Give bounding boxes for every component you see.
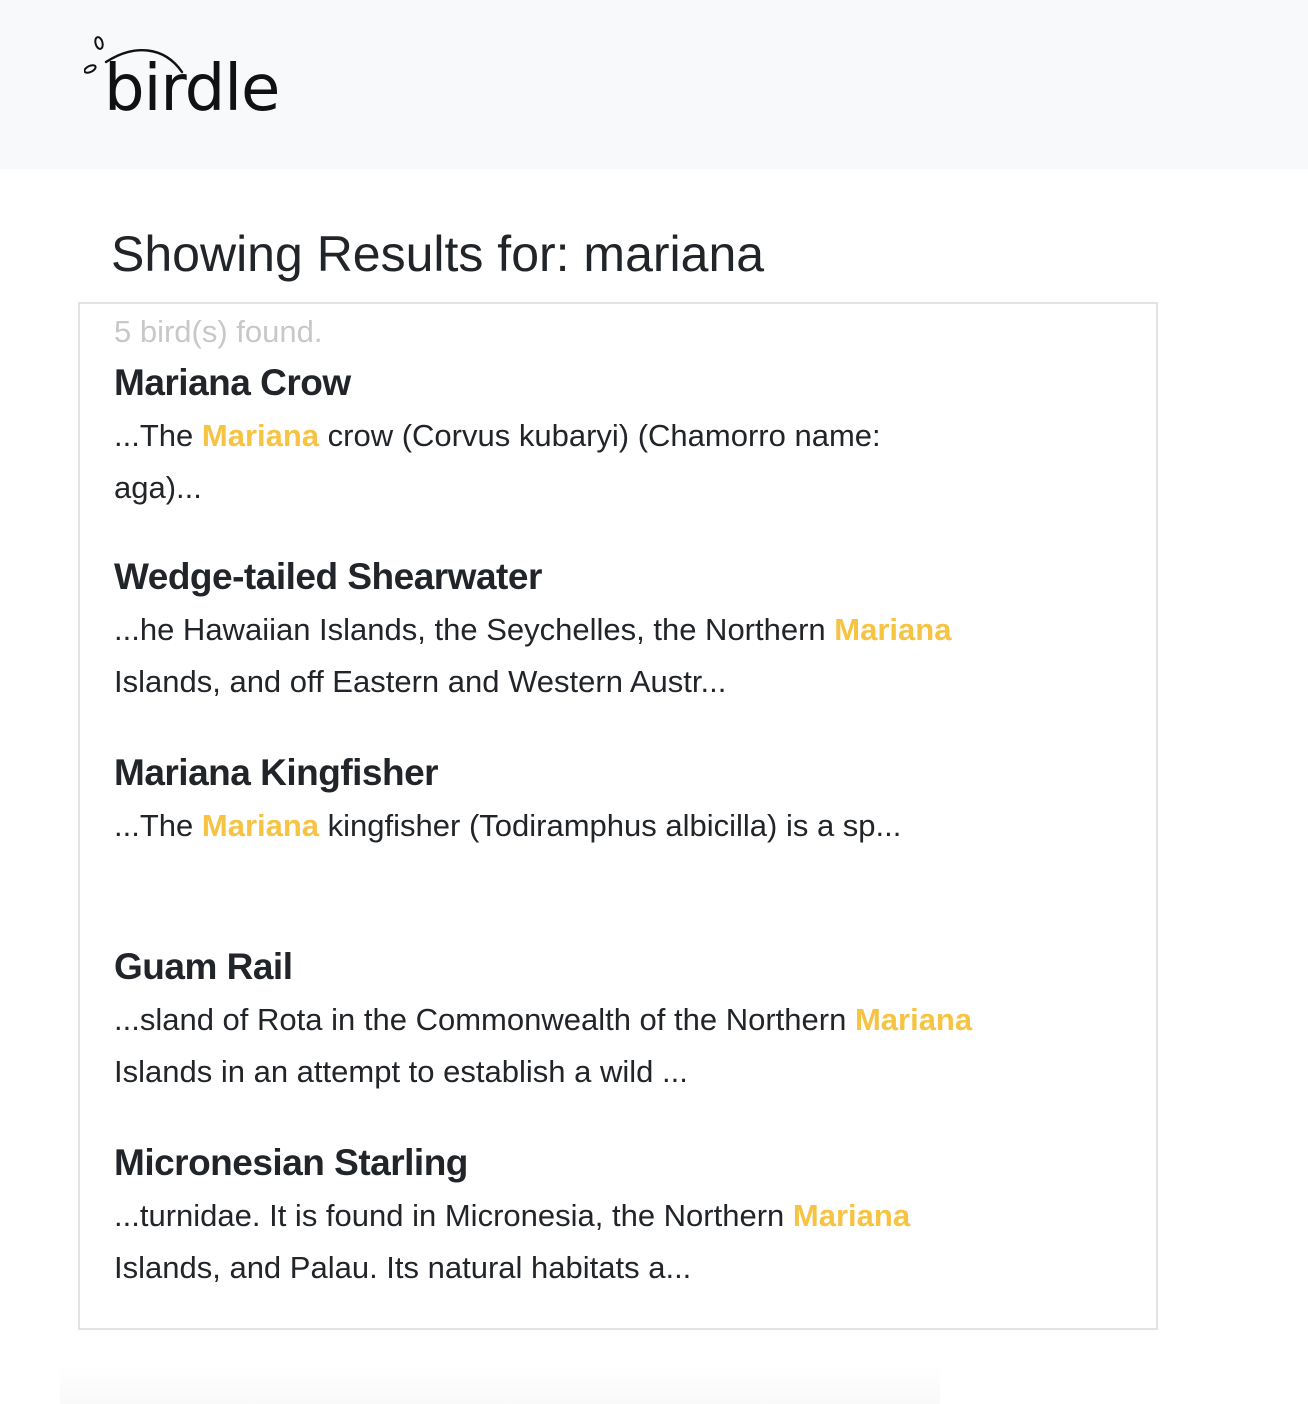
result-item: Guam Rail ...sland of Rota in the Common… (114, 944, 974, 1098)
result-snippet: ...sland of Rota in the Commonwealth of … (114, 994, 974, 1098)
result-title-link[interactable]: Mariana Crow (114, 360, 974, 406)
results-panel: 5 bird(s) found. Mariana Crow ...The Mar… (78, 302, 1158, 1330)
snippet-text: ...The (114, 418, 202, 453)
page-title: Showing Results for: mariana (111, 226, 765, 282)
snippet-text: kingfisher (Todiramphus albicilla) is a … (319, 808, 902, 843)
snippet-text: ...The (114, 808, 202, 843)
snippet-text: Islands in an attempt to establish a wil… (114, 1054, 688, 1089)
snippet-text: ...sland of Rota in the Commonwealth of … (114, 1002, 855, 1037)
result-snippet: ...The Mariana kingfisher (Todiramphus a… (114, 800, 974, 852)
result-item: Mariana Crow ...The Mariana crow (Corvus… (114, 360, 974, 514)
navbar: birdle (0, 0, 1308, 169)
result-snippet: ...turnidae. It is found in Micronesia, … (114, 1190, 974, 1294)
footer-shadow (60, 1364, 940, 1404)
snippet-text: ...turnidae. It is found in Micronesia, … (114, 1198, 793, 1233)
snippet-text: ...he Hawaiian Islands, the Seychelles, … (114, 612, 835, 647)
result-item: Wedge-tailed Shearwater ...he Hawaiian I… (114, 554, 974, 708)
search-match-highlight: Mariana (854, 1002, 973, 1037)
search-match-highlight: Mariana (201, 418, 320, 453)
result-item: Mariana Kingfisher ...The Mariana kingfi… (114, 750, 974, 852)
brand-logo-link[interactable]: birdle (84, 32, 304, 124)
result-item: Micronesian Starling ...turnidae. It is … (114, 1140, 974, 1294)
search-match-highlight: Mariana (834, 612, 952, 647)
results-count: 5 bird(s) found. (114, 314, 323, 349)
search-match-highlight: Mariana (792, 1198, 911, 1233)
brand-wordmark: birdle (104, 52, 280, 126)
result-title-link[interactable]: Wedge-tailed Shearwater (114, 554, 974, 600)
result-title-link[interactable]: Mariana Kingfisher (114, 750, 974, 796)
result-snippet: ...he Hawaiian Islands, the Seychelles, … (114, 604, 974, 708)
snippet-text: Islands, and off Eastern and Western Aus… (114, 664, 727, 699)
result-snippet: ...The Mariana crow (Corvus kubaryi) (Ch… (114, 410, 974, 514)
search-match-highlight: Mariana (201, 808, 320, 843)
result-title-link[interactable]: Guam Rail (114, 944, 974, 990)
result-title-link[interactable]: Micronesian Starling (114, 1140, 974, 1186)
snippet-text: Islands, and Palau. Its natural habitats… (114, 1250, 692, 1285)
